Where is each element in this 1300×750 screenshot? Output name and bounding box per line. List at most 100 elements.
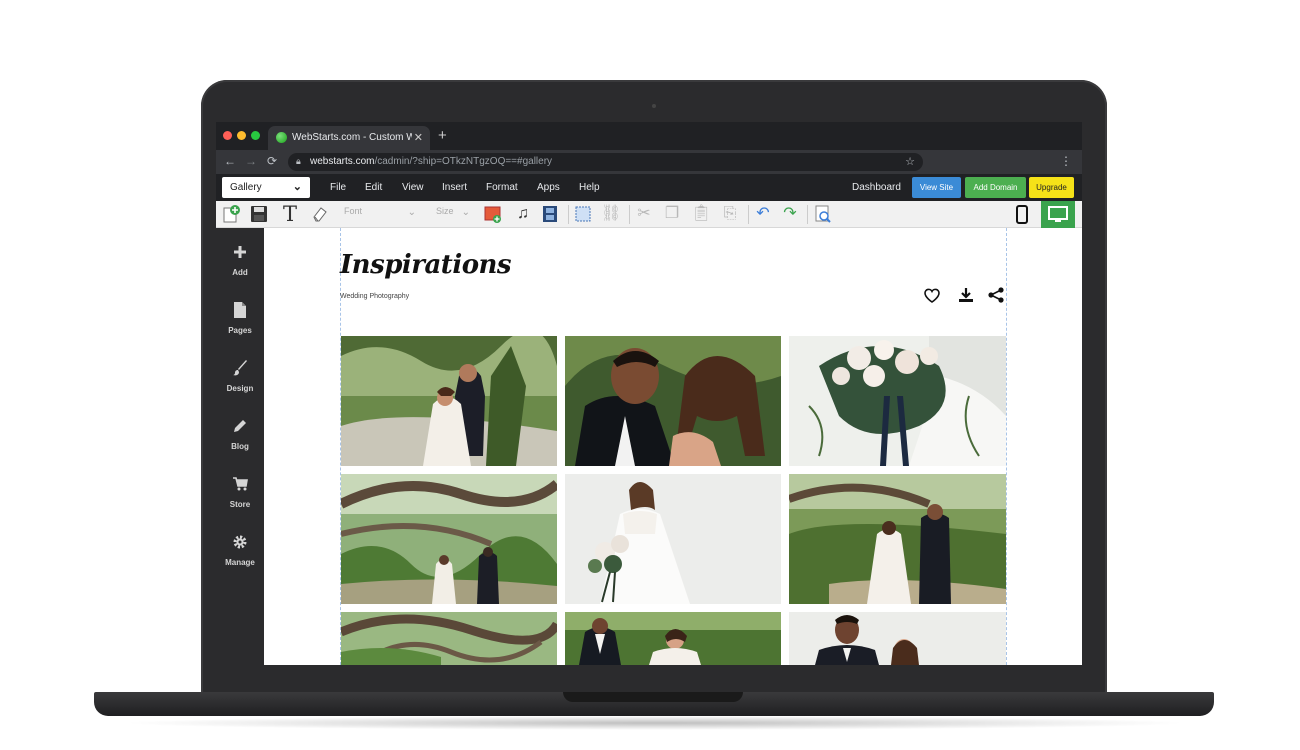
laptop-shadow: [120, 716, 1190, 730]
page-canvas[interactable]: Inspirations Wedding Photography: [264, 228, 1082, 665]
browser-tab-bar: WebStarts.com - Custom Web ✕ +: [216, 122, 1082, 150]
sidebar-item-manage[interactable]: Manage: [216, 534, 264, 567]
page-icon: [216, 302, 264, 323]
menu-insert[interactable]: Insert: [442, 182, 467, 193]
site-title[interactable]: Inspirations: [340, 250, 512, 280]
browser-tab[interactable]: WebStarts.com - Custom Web ✕: [268, 126, 430, 150]
size-select[interactable]: Size ⌄: [436, 206, 470, 223]
tab-title: WebStarts.com - Custom Web: [292, 132, 412, 143]
undo-icon[interactable]: ↶: [753, 204, 773, 224]
window-close-button[interactable]: [223, 131, 232, 140]
menu-format[interactable]: Format: [486, 182, 518, 193]
dashboard-link[interactable]: Dashboard: [852, 182, 901, 193]
save-icon[interactable]: [249, 204, 269, 224]
insert-image-icon[interactable]: [483, 204, 503, 224]
font-select-placeholder: Font: [344, 206, 363, 216]
editor-menu-bar: Gallery ⌄ File Edit View Insert Format A…: [216, 174, 1082, 201]
view-site-button[interactable]: View Site: [912, 177, 961, 198]
gear-icon: [216, 534, 264, 555]
gallery-photo-couple-embrace-forest[interactable]: [341, 336, 557, 466]
pencil-icon: [216, 418, 264, 439]
copy-icon[interactable]: ❐: [662, 204, 682, 224]
music-icon[interactable]: ♫: [513, 204, 533, 224]
gallery-photo-bridal-bouquet[interactable]: [789, 336, 1006, 466]
gallery-photo-couple-holding-hands-forest[interactable]: [789, 474, 1006, 604]
window-maximize-button[interactable]: [251, 131, 260, 140]
paste-icon[interactable]: 📋︎: [691, 204, 711, 224]
gallery-photo-oak-branches[interactable]: [341, 612, 557, 665]
toolbar-separator: [748, 205, 749, 224]
toolbar-separator: [568, 205, 569, 224]
url-input[interactable]: 🔒︎ webstarts.com/cadmin/?ship=OTkzNTgzOQ…: [288, 153, 923, 171]
gallery-photo-couple-closeup-kiss[interactable]: [565, 336, 781, 466]
gallery-photo-groom-and-bride-portrait[interactable]: [789, 612, 1006, 665]
gallery-photo-bride-with-bouquet[interactable]: [565, 474, 781, 604]
gallery-photo-couple-walking-oak-trees[interactable]: [341, 474, 557, 604]
heart-icon[interactable]: [922, 285, 942, 305]
size-select-placeholder: Size: [436, 206, 454, 216]
new-tab-button[interactable]: +: [438, 128, 447, 143]
url-host: webstarts.com: [310, 156, 375, 167]
link-icon[interactable]: ⛓: [601, 204, 621, 224]
desktop-view-icon[interactable]: [1041, 201, 1075, 228]
select-box-icon[interactable]: [573, 204, 593, 224]
brush-icon: [216, 360, 264, 381]
new-page-icon[interactable]: [221, 204, 241, 224]
editor-toolbar: T Font ⌄ Size ⌄ ♫ ⛓ ✂ ❐ 📋︎ ⎘ ↶ ↷: [216, 201, 1082, 228]
right-guide-line: [1006, 228, 1007, 665]
plus-icon: [216, 244, 264, 265]
favicon-icon: [276, 132, 287, 143]
sidebar-item-pages[interactable]: Pages: [216, 302, 264, 335]
reload-icon[interactable]: ⟳: [267, 155, 277, 167]
menu-file[interactable]: File: [330, 182, 346, 193]
sidebar-item-label: Store: [229, 500, 251, 509]
sidebar-item-label: Add: [232, 268, 248, 277]
paste-special-icon[interactable]: ⎘: [720, 204, 740, 224]
menu-view[interactable]: View: [402, 182, 424, 193]
upgrade-button[interactable]: Upgrade: [1029, 177, 1074, 198]
toolbar-separator: [629, 205, 630, 224]
sidebar-item-blog[interactable]: Blog: [216, 418, 264, 451]
download-icon[interactable]: [956, 285, 976, 305]
lock-icon: 🔒︎: [296, 156, 301, 166]
laptop-camera: [652, 104, 656, 108]
chevron-down-icon: ⌄: [407, 207, 416, 218]
browser-address-bar: ← → ⟳ 🔒︎ webstarts.com/cadmin/?ship=OTkz…: [216, 150, 1082, 174]
font-select[interactable]: Font ⌄: [344, 206, 416, 223]
sidebar-item-label: Design: [226, 384, 254, 393]
sidebar-item-label: Blog: [231, 442, 249, 451]
url-path: /cadmin/?ship=OTkzNTgzOQ==#gallery: [374, 156, 553, 167]
sidebar-item-design[interactable]: Design: [216, 360, 264, 393]
share-icon[interactable]: [986, 285, 1006, 305]
laptop-screen: WebStarts.com - Custom Web ✕ + ← → ⟳ 🔒︎ …: [216, 122, 1082, 665]
back-arrow-icon[interactable]: ←: [224, 155, 236, 167]
gallery-photo-couple-seated-garden[interactable]: [565, 612, 781, 665]
page-select[interactable]: Gallery ⌄: [222, 177, 310, 198]
menu-help[interactable]: Help: [579, 182, 600, 193]
video-icon[interactable]: [540, 204, 560, 224]
eraser-icon[interactable]: [310, 204, 330, 224]
laptop-notch: [563, 692, 743, 702]
bookmark-star-icon[interactable]: ☆: [905, 155, 915, 168]
editor-sidebar: Add Pages Design Blog Store Manage: [216, 228, 264, 665]
sidebar-item-add[interactable]: Add: [216, 244, 264, 277]
window-minimize-button[interactable]: [237, 131, 246, 140]
preview-zoom-icon[interactable]: [813, 204, 833, 224]
chevron-down-icon: ⌄: [461, 207, 470, 218]
forward-arrow-icon[interactable]: →: [245, 155, 257, 167]
cut-icon[interactable]: ✂: [634, 204, 654, 224]
tab-close-icon[interactable]: ✕: [414, 131, 423, 144]
add-domain-button[interactable]: Add Domain: [965, 177, 1026, 198]
chevron-down-icon: ⌄: [292, 181, 302, 193]
browser-menu-icon[interactable]: ⋮: [1060, 155, 1072, 167]
sidebar-item-store[interactable]: Store: [216, 476, 264, 509]
sidebar-item-label: Pages: [228, 326, 252, 335]
sidebar-item-label: Manage: [225, 558, 255, 567]
text-icon[interactable]: T: [280, 204, 300, 225]
redo-icon[interactable]: ↷: [780, 204, 800, 224]
menu-edit[interactable]: Edit: [365, 182, 382, 193]
page-select-value: Gallery: [230, 182, 262, 193]
menu-apps[interactable]: Apps: [537, 182, 560, 193]
mobile-view-icon[interactable]: [1014, 204, 1030, 225]
site-subtitle[interactable]: Wedding Photography: [340, 293, 409, 300]
